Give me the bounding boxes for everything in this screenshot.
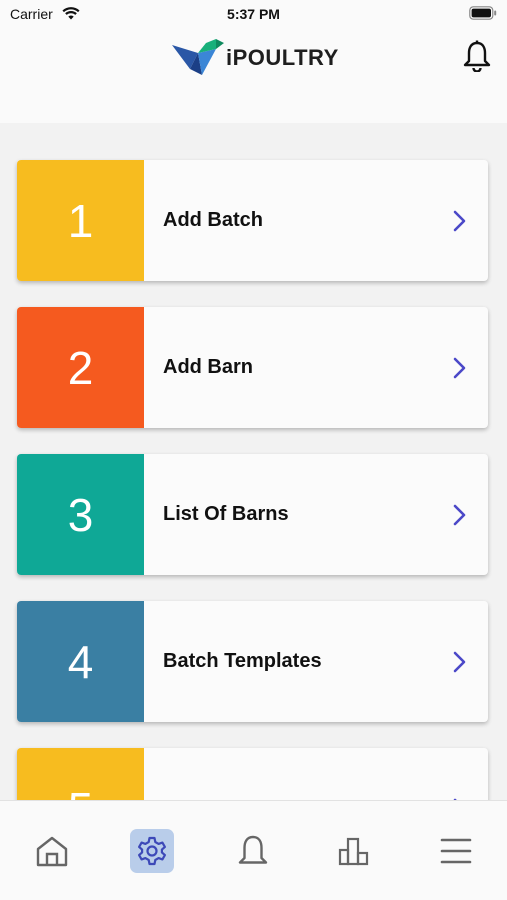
app-logo: iPOULTRY [172,39,339,77]
menu-item-5[interactable]: 5 [17,748,488,800]
menu-item-list-of-barns[interactable]: 3 List Of Barns [17,454,488,575]
menu-item-batch-templates[interactable]: 4 Batch Templates [17,601,488,722]
menu-item-label: List Of Barns [163,503,289,525]
tab-settings[interactable] [130,829,174,873]
chevron-right-icon [453,651,466,672]
menu-item-number: 4 [17,601,144,722]
tab-menu[interactable] [434,829,478,873]
hamburger-menu-icon [440,838,472,864]
menu-item-add-batch[interactable]: 1 Add Batch [17,160,488,281]
menu-item-label: Add Batch [163,209,263,231]
chevron-right-icon [453,504,466,525]
tab-home[interactable] [30,829,74,873]
menu-item-label: Batch Templates [163,650,322,672]
chevron-right-icon [453,357,466,378]
app-name: iPOULTRY [226,45,339,70]
menu-item-number: 2 [17,307,144,428]
home-icon [36,836,68,867]
tab-reports[interactable] [332,829,376,873]
settings-icon [138,836,166,866]
logo-bird-icon [172,39,224,75]
menu-item-add-barn[interactable]: 2 Add Barn [17,307,488,428]
menu-item-number: 5 [17,748,144,800]
clock: 5:37 PM [227,6,280,22]
chevron-right-icon [453,210,466,231]
menu-list: 1 Add Batch 2 Add Barn 3 List Of Barns 4… [0,123,507,800]
bell-icon [238,835,268,864]
tab-notifications[interactable] [231,829,275,873]
bottom-tab-bar [0,800,507,900]
status-bar: Carrier 5:37 PM [0,0,507,28]
bell-icon[interactable] [462,40,492,72]
menu-item-label: Add Barn [163,356,253,378]
menu-item-number: 1 [17,160,144,281]
reports-icon [338,837,369,866]
app-header: iPOULTRY [0,28,507,123]
battery-icon [469,6,497,20]
menu-item-number: 3 [17,454,144,575]
